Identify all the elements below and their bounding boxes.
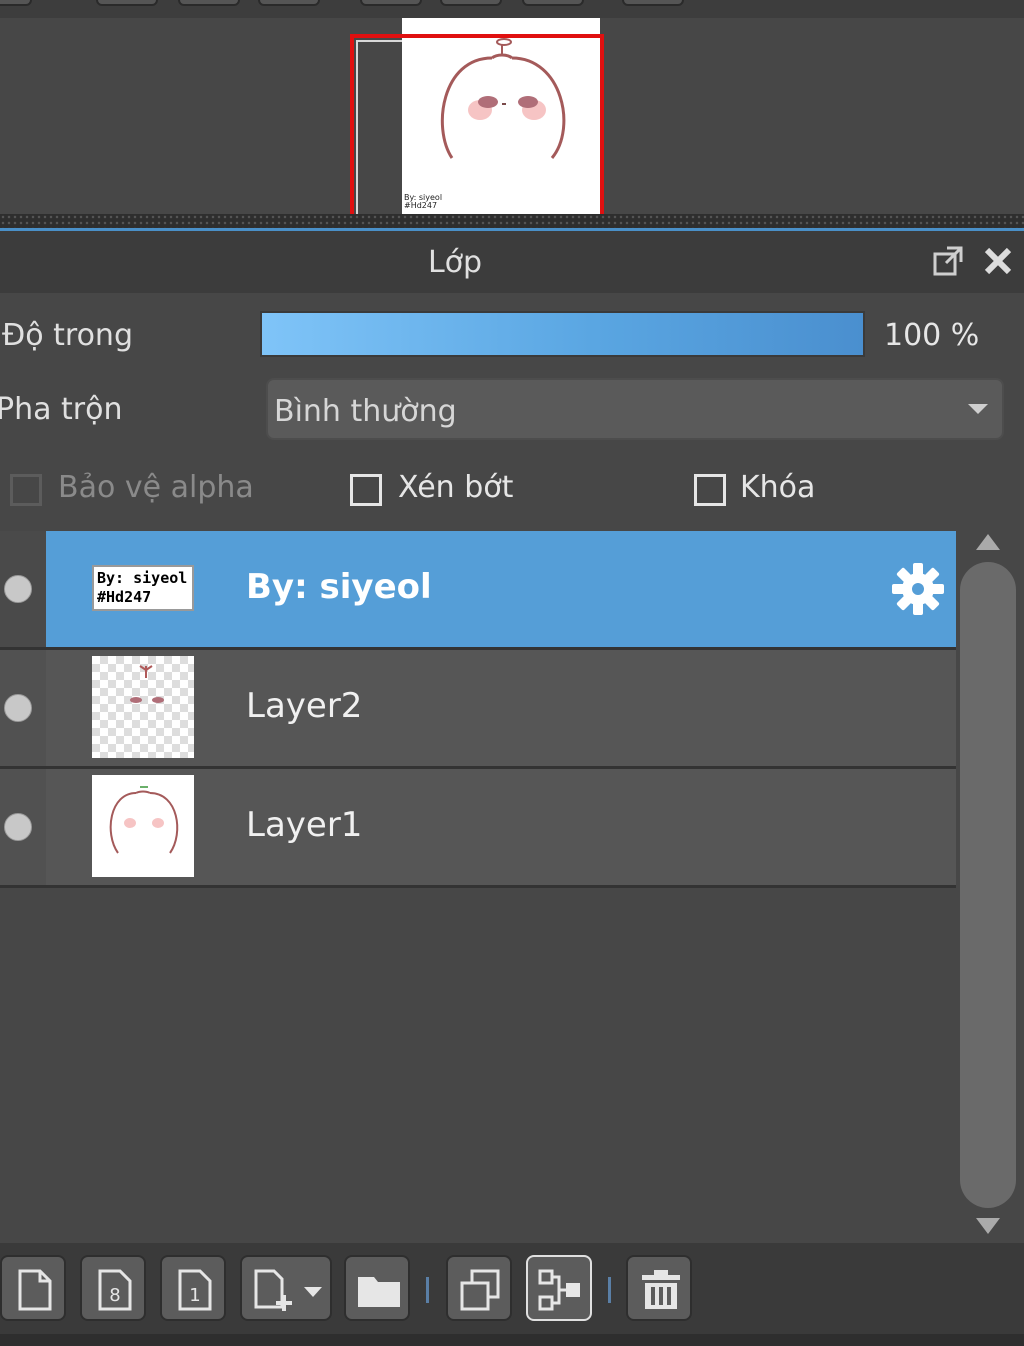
- layer-panel-header: Lớp: [0, 231, 1024, 293]
- toolbar-separator: [608, 1277, 611, 1303]
- new-1bit-layer-icon: 1: [178, 1269, 212, 1311]
- layer-row-signature[interactable]: By: siyeol #Hd247 By: siyeol: [0, 531, 956, 650]
- delete-layer-button[interactable]: [626, 1255, 692, 1321]
- panel-splitter[interactable]: [0, 214, 1024, 228]
- top-tool-button[interactable]: [522, 0, 584, 6]
- folder-icon: [358, 1277, 400, 1307]
- panel-title: Lớp: [427, 245, 483, 280]
- clip-checkbox[interactable]: [350, 474, 382, 506]
- visibility-toggle[interactable]: [4, 575, 32, 603]
- delete-icon: [642, 1270, 680, 1309]
- layer-name: Layer1: [246, 805, 363, 845]
- new-8bit-layer-button[interactable]: 8: [80, 1255, 146, 1321]
- opacity-slider[interactable]: [260, 311, 865, 357]
- layer-thumbnail: [92, 656, 194, 758]
- navigator-signature: By: siyeol #Hd247: [404, 194, 442, 210]
- navigator-panel[interactable]: By: siyeol #Hd247: [0, 18, 1024, 214]
- clip-label: Xén bớt: [398, 470, 514, 505]
- opacity-value: 100 %: [884, 318, 980, 353]
- blend-label: Pha trộn: [0, 392, 123, 427]
- face-details-icon: [130, 665, 164, 703]
- merge-down-button[interactable]: [526, 1255, 592, 1321]
- gear-icon[interactable]: [890, 561, 946, 617]
- scroll-down-arrow-icon[interactable]: [976, 1218, 1000, 1234]
- new-layer-icon: [18, 1269, 52, 1311]
- new-layer-button[interactable]: [0, 1255, 66, 1321]
- duplicate-icon: [460, 1269, 500, 1311]
- top-tool-button[interactable]: [0, 0, 32, 6]
- svg-text:8: 8: [109, 1285, 120, 1306]
- visibility-strip: [0, 769, 46, 885]
- layer-row-layer2[interactable]: Layer2: [0, 650, 956, 769]
- toolbar-separator: [426, 1277, 429, 1303]
- blend-mode-select[interactable]: Bình thường: [266, 378, 1004, 440]
- lock-checkbox[interactable]: [694, 474, 726, 506]
- visibility-toggle[interactable]: [4, 813, 32, 841]
- new-1bit-layer-button[interactable]: 1: [160, 1255, 226, 1321]
- layer-name: By: siyeol: [246, 567, 432, 607]
- new-8bit-layer-icon: 8: [98, 1269, 132, 1311]
- top-tool-button[interactable]: [258, 0, 320, 6]
- visibility-strip: [0, 650, 46, 766]
- blend-mode-value: Bình thường: [274, 394, 457, 429]
- layer-toolbar: 8 1: [0, 1243, 1024, 1346]
- top-tool-button[interactable]: [440, 0, 502, 6]
- visibility-toggle[interactable]: [4, 694, 32, 722]
- layer-thumbnail: [92, 775, 194, 877]
- top-tool-button[interactable]: [622, 0, 684, 6]
- new-folder-button[interactable]: [344, 1255, 410, 1321]
- signature-line: #Hd247: [404, 201, 438, 210]
- protect-alpha-checkbox[interactable]: [10, 474, 42, 506]
- character-outline-icon: [109, 786, 179, 854]
- top-toolbar: [0, 0, 1024, 18]
- layer-thumbnail: By: siyeol #Hd247: [92, 565, 194, 611]
- visibility-strip: [0, 531, 46, 647]
- top-tool-button[interactable]: [360, 0, 422, 6]
- navigator-canvas-edge: [356, 40, 402, 214]
- add-layer-menu-button[interactable]: [240, 1255, 332, 1321]
- top-tool-button[interactable]: [178, 0, 240, 6]
- scroll-up-arrow-icon[interactable]: [976, 534, 1000, 550]
- protect-alpha-label: Bảo vệ alpha: [58, 470, 254, 505]
- thumbnail-text: #Hd247: [97, 588, 152, 606]
- scrollbar-thumb[interactable]: [960, 562, 1016, 1208]
- close-icon[interactable]: [980, 243, 1016, 279]
- layer-list: By: siyeol #Hd247 By: siyeol Layer2 Laye…: [0, 531, 958, 1243]
- add-layer-menu-icon: [254, 1269, 322, 1311]
- thumbnail-text: By: siyeol: [97, 569, 188, 587]
- svg-text:1: 1: [189, 1285, 200, 1306]
- opacity-label: Độ trong: [2, 318, 133, 353]
- layer-row-layer1[interactable]: Layer1: [0, 769, 956, 888]
- lock-label: Khóa: [740, 470, 816, 505]
- merge-down-icon: [538, 1269, 580, 1311]
- layer-name: Layer2: [246, 686, 363, 726]
- popout-icon[interactable]: [930, 243, 966, 279]
- chevron-down-icon: [968, 404, 988, 414]
- panel-bottom-edge: [0, 1334, 1024, 1346]
- duplicate-layer-button[interactable]: [446, 1255, 512, 1321]
- top-tool-button[interactable]: [96, 0, 158, 6]
